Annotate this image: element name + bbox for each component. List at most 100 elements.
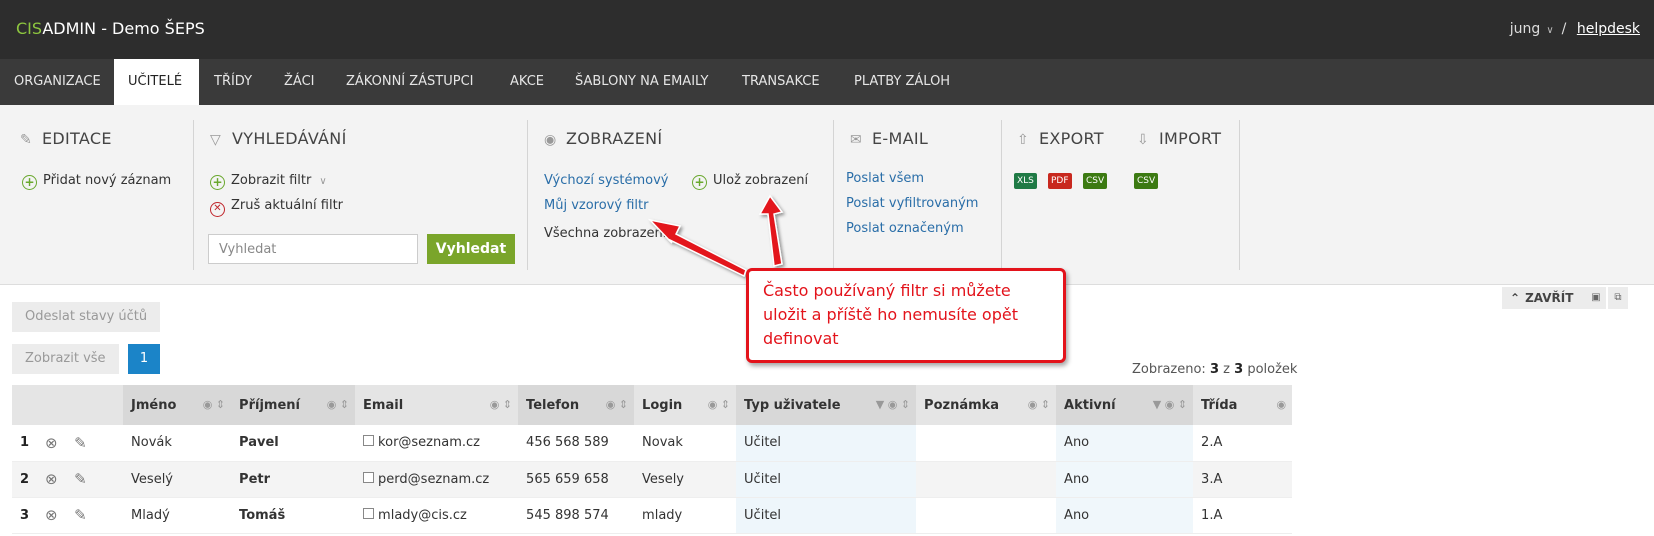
cell-email: kor@seznam.cz xyxy=(355,425,519,462)
delete-icon[interactable]: ⊗ xyxy=(45,470,58,488)
item-count: Zobrazeno: 3 z 3 položek xyxy=(1132,362,1298,377)
col-poznamka[interactable]: Poznámka ◉ ⇕ xyxy=(916,385,1057,425)
divider xyxy=(1001,120,1002,270)
my-filter-link[interactable]: Můj vzorový filtr xyxy=(544,198,648,213)
tab-ucitele[interactable]: UČITELÉ xyxy=(114,59,199,105)
sort-icon[interactable]: ◉ ⇕ xyxy=(327,385,349,425)
cell-jmeno: Novák xyxy=(123,425,232,462)
search-button[interactable]: Vyhledat xyxy=(427,234,515,264)
filter-sort-icon[interactable]: ▼ ◉ ⇕ xyxy=(876,385,910,425)
cell-email: perd@seznam.cz xyxy=(355,461,519,498)
col-jmeno[interactable]: Jméno ◉ ⇕ xyxy=(123,385,232,425)
mail-icon: ✉ xyxy=(850,132,863,148)
edit-icon[interactable]: ✎ xyxy=(74,506,87,524)
email-checkbox[interactable] xyxy=(363,471,375,483)
col-actions xyxy=(37,385,124,425)
cell-login: mlady xyxy=(634,497,737,534)
sort-icon[interactable]: ◉ ⇕ xyxy=(490,385,512,425)
sort-icon[interactable]: ◉ ⇕ xyxy=(606,385,628,425)
brand-cis: CIS xyxy=(16,19,43,38)
sort-icon[interactable]: ◉ ⇕ xyxy=(1028,385,1050,425)
tab-transakce[interactable]: TRANSAKCE xyxy=(728,59,834,105)
cell-poznamka xyxy=(916,497,1057,534)
col-aktivni[interactable]: Aktivní ▼ ◉ ⇕ xyxy=(1056,385,1194,425)
import-csv-icon[interactable]: CSV xyxy=(1134,173,1159,189)
send-marked-link[interactable]: Poslat označeným xyxy=(846,221,964,236)
col-typ-uzivatele[interactable]: Typ uživatele ▼ ◉ ⇕ xyxy=(736,385,917,425)
import-title: ⇩ IMPORT xyxy=(1137,129,1222,148)
action-toolbar: ✎ EDITACE + Přidat nový záznam ▽ VYHLEDÁVÁN… xyxy=(0,105,1654,285)
export-xls-icon[interactable]: XLS xyxy=(1014,173,1037,189)
table-row[interactable]: 3 ⊗ ✎ Mladý Tomáš mlady@cis.cz 545 898 5… xyxy=(12,497,1293,534)
cell-jmeno: Veselý xyxy=(123,461,232,498)
row-actions: ⊗ ✎ xyxy=(37,461,124,498)
save-view-button[interactable]: + Ulož zobrazení xyxy=(692,173,808,190)
chevron-up-icon: ⌃ xyxy=(1510,291,1521,305)
edit-icon[interactable]: ✎ xyxy=(74,470,87,488)
tab-akce[interactable]: AKCE xyxy=(496,59,558,105)
delete-icon[interactable]: ⊗ xyxy=(45,506,58,524)
all-views-link[interactable]: Všechna zobrazení xyxy=(544,226,666,241)
export-title: ⇧ EXPORT xyxy=(1017,129,1104,148)
tab-organizace[interactable]: ORGANIZACE xyxy=(0,59,115,105)
export-pdf-icon[interactable]: PDF xyxy=(1048,173,1072,189)
col-telefon[interactable]: Telefon ◉ ⇕ xyxy=(518,385,635,425)
edit-icon[interactable]: ✎ xyxy=(74,434,87,452)
filter-sort-icon[interactable]: ▼ ◉ ⇕ xyxy=(1153,385,1187,425)
email-checkbox[interactable] xyxy=(363,435,375,447)
divider xyxy=(193,120,194,270)
plus-icon: + xyxy=(210,175,225,190)
app-title[interactable]: CISADMIN - Demo ŠEPS xyxy=(16,19,205,38)
table-row[interactable]: 2 ⊗ ✎ Veselý Petr perd@seznam.cz 565 659… xyxy=(12,461,1293,498)
import-icon: ⇩ xyxy=(1137,132,1150,148)
helpdesk-link[interactable]: helpdesk xyxy=(1577,21,1640,37)
show-all-button[interactable]: Zobrazit vše xyxy=(12,344,119,374)
tab-zakonni-zastupci[interactable]: ZÁKONNÍ ZÁSTUPCI xyxy=(332,59,488,105)
default-view-link[interactable]: Výchozí systémový xyxy=(544,173,668,188)
sort-icon[interactable]: ◉ ⇕ xyxy=(203,385,225,425)
col-email[interactable]: Email ◉ ⇕ xyxy=(355,385,519,425)
cell-trida: 1.A xyxy=(1193,497,1293,534)
teachers-table: Jméno ◉ ⇕ Příjmení ◉ ⇕ Email ◉ ⇕ Telefon ◉ ⇕… xyxy=(12,385,1293,534)
cell-trida: 2.A xyxy=(1193,425,1293,462)
show-filter-button[interactable]: + Zobrazit filtr ∨ xyxy=(210,173,327,190)
page-1-button[interactable]: 1 xyxy=(128,344,160,374)
export-csv-icon[interactable]: CSV xyxy=(1083,173,1108,189)
col-login[interactable]: Login ◉ ⇕ xyxy=(634,385,737,425)
cell-telefon: 456 568 589 xyxy=(518,425,635,462)
copy-icon[interactable]: ⧉ xyxy=(1608,287,1628,309)
row-number: 2 xyxy=(12,461,38,498)
col-trida[interactable]: Třída ◉ xyxy=(1193,385,1293,425)
send-all-link[interactable]: Poslat všem xyxy=(846,171,924,186)
header-separator: / xyxy=(1561,21,1567,37)
divider xyxy=(527,120,528,270)
send-account-states-button[interactable]: Odeslat stavy účtů xyxy=(12,302,161,332)
cell-aktivni: Ano xyxy=(1056,461,1194,498)
tab-platby-zaloh[interactable]: PLATBY ZÁLOH xyxy=(840,59,964,105)
cell-poznamka xyxy=(916,425,1057,462)
cell-typ: Učitel xyxy=(736,497,917,534)
hide-icon[interactable]: ◉ xyxy=(1276,385,1286,425)
table-row[interactable]: 1 ⊗ ✎ Novák Pavel kor@seznam.cz 456 568 … xyxy=(12,425,1293,462)
tab-sablony[interactable]: ŠABLONY NA EMAILY xyxy=(561,59,722,105)
search-input[interactable] xyxy=(208,234,418,264)
main-nav: ORGANIZACE UČITELÉ TŘÍDY ŽÁCI ZÁKONNÍ ZÁ… xyxy=(0,59,1654,105)
send-filtered-link[interactable]: Poslat vyfiltrovaným xyxy=(846,196,978,211)
user-menu[interactable]: jung xyxy=(1510,21,1541,37)
window-icon[interactable]: ▣ xyxy=(1586,287,1606,309)
divider xyxy=(833,120,834,270)
delete-icon[interactable]: ⊗ xyxy=(45,434,58,452)
chevron-down-icon[interactable]: ∨ xyxy=(1546,25,1553,36)
tab-zaci[interactable]: ŽÁCI xyxy=(270,59,328,105)
cell-jmeno: Mladý xyxy=(123,497,232,534)
sort-icon[interactable]: ◉ ⇕ xyxy=(708,385,730,425)
email-checkbox[interactable] xyxy=(363,507,375,519)
table-header-row: Jméno ◉ ⇕ Příjmení ◉ ⇕ Email ◉ ⇕ Telefon ◉ ⇕… xyxy=(12,385,1293,425)
plus-icon: + xyxy=(692,175,707,190)
tab-tridy[interactable]: TŘÍDY xyxy=(200,59,266,105)
clear-filter-button[interactable]: ✕ Zruš aktuální filtr xyxy=(210,198,343,217)
add-record-button[interactable]: + Přidat nový záznam xyxy=(22,173,171,190)
close-icon: ✕ xyxy=(210,202,225,217)
user-box: jung ∨ / helpdesk xyxy=(1510,21,1640,37)
col-prijmeni[interactable]: Příjmení ◉ ⇕ xyxy=(231,385,356,425)
